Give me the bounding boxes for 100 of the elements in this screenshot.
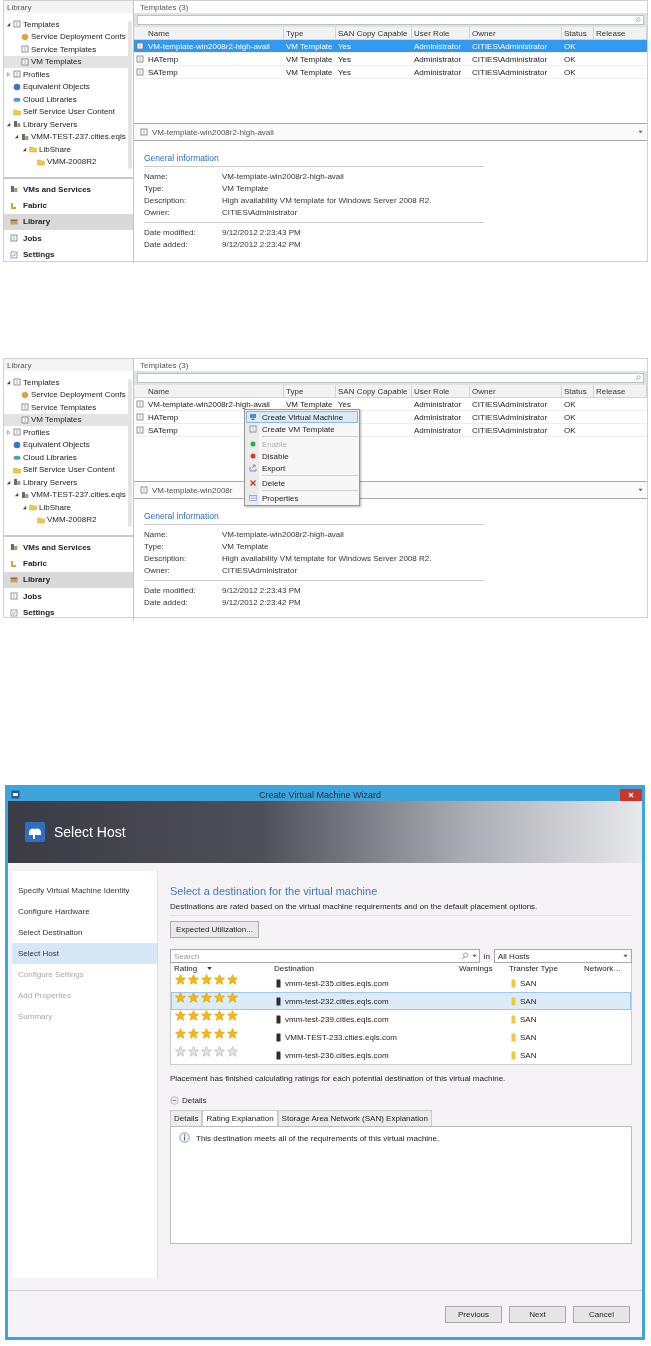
host-row[interactable]: VMM-TEST-233.cities.eqls.com SAN [171,1028,631,1046]
workspace-button[interactable]: VMs and Services [4,539,133,556]
footer-button[interactable]: Cancel [573,1305,630,1323]
tree-item[interactable]: Equivalent Objects [4,80,128,93]
caret-icon[interactable] [638,130,643,134]
workspace-button[interactable]: Fabric [4,555,133,572]
tree-item[interactable]: Profiles [4,68,128,81]
workspace-button[interactable]: Library [4,213,133,231]
workspace-button[interactable]: Fabric [4,197,133,214]
details-toggle[interactable]: Details [170,1096,207,1105]
tree-item[interactable]: Equivalent Objects [4,438,128,451]
column-header[interactable]: Owner [470,385,562,397]
tree-item[interactable]: VM Templates [4,413,128,426]
step-item[interactable]: Specify Virtual Machine Identity [12,880,157,901]
column-header[interactable]: Name [146,385,284,397]
step-item[interactable]: Configure Hardware [12,901,157,922]
host-row[interactable]: vmm-test-232.cities.eqls.com SAN [171,992,631,1010]
tree-item[interactable]: Service Deployment Confs [4,388,128,401]
tree-item[interactable]: Self Service User Content [4,463,128,476]
workspace-button[interactable]: Library [4,571,133,589]
expander-icon[interactable] [6,21,11,27]
tree-item[interactable]: Service Templates [4,43,128,56]
workspace-button[interactable]: Jobs [4,230,133,247]
menu-item[interactable]: Create Virtual Machine [246,411,358,423]
column-header[interactable]: Warnings [459,964,493,973]
tree-item[interactable]: VMM-TEST-237.cities.eqls [4,488,128,501]
step-item[interactable]: Select Destination [12,922,157,943]
tree-item[interactable]: Service Deployment Confs [4,30,128,43]
column-header[interactable]: Release [594,27,647,39]
caret-icon[interactable] [638,488,643,492]
tree-item[interactable]: Profiles [4,426,128,439]
menu-item[interactable]: Export [246,462,358,474]
menu-item[interactable]: Properties [246,492,358,504]
table-row[interactable]: SATemp VM Template Yes Administrator CITIES\Administrator OK [134,66,647,79]
scroll-bar[interactable] [128,379,132,527]
column-header[interactable]: Type [284,27,336,39]
expander-icon[interactable] [6,121,11,127]
search-field[interactable] [137,373,644,383]
expander-icon[interactable] [14,492,19,498]
column-header[interactable]: Name [146,27,284,39]
tree-item[interactable]: VMM-2008R2 [4,155,128,168]
column-header[interactable]: SAN Copy Capable [336,385,412,397]
footer-button[interactable]: Previous [445,1305,502,1323]
column-header[interactable]: Network… [584,964,622,973]
workspace-button[interactable]: Settings [4,604,133,621]
host-row[interactable]: vmm-test-236.cities.eqls.com SAN [171,1046,631,1064]
tree-item[interactable]: Templates [4,376,128,389]
column-header[interactable]: User Role [412,27,470,39]
checkbox-icon [10,250,18,259]
column-header[interactable]: Status [562,385,594,397]
table-cell-text: VM Template [285,398,333,410]
menu-item[interactable]: Disable [246,450,358,462]
scroll-bar[interactable] [128,21,132,169]
expander-icon[interactable] [14,134,19,140]
tree-item[interactable]: Templates [4,18,128,31]
column-header[interactable]: Status [562,27,594,39]
tree-item[interactable]: Library Servers [4,476,128,489]
footer-button[interactable]: Next [509,1305,566,1323]
menu-item[interactable]: Create VM Template [246,423,358,435]
column-header[interactable]: Transfer Type [509,964,558,973]
column-header[interactable]: SAN Copy Capable [336,27,412,39]
expander-icon[interactable] [22,504,27,510]
tree-item[interactable]: Cloud Libraries [4,93,128,106]
column-header[interactable]: Destination [274,964,315,973]
server-icon [13,120,21,129]
expander-icon[interactable] [6,479,11,485]
tree-item[interactable]: Self Service User Content [4,105,128,118]
column-header[interactable]: User Role [412,385,470,397]
column-header[interactable]: Release [594,385,647,397]
search-field[interactable]: Search [170,949,480,963]
tab[interactable]: Storage Area Network (SAN) Explanation [277,1110,432,1126]
tree-item[interactable]: VMM-TEST-237.cities.eqls [4,130,128,143]
tab[interactable]: Details [170,1110,203,1126]
utilization-button[interactable]: Expected Utilization... [170,921,259,938]
tree-item[interactable]: LibShare [4,143,128,156]
books-icon [10,217,18,226]
caret-icon[interactable] [471,954,477,958]
scope-dropdown[interactable]: All Hosts [494,949,632,963]
menu-item[interactable]: Delete [246,477,358,489]
column-header[interactable]: Type [284,385,336,397]
close-button[interactable] [620,788,642,801]
host-row[interactable]: vmm-test-239.cities.eqls.com SAN [171,1010,631,1028]
tree-item[interactable]: VM Templates [4,55,128,68]
expander-icon[interactable] [6,379,11,385]
tree-item[interactable]: LibShare [4,501,128,514]
column-header[interactable]: Owner [470,27,562,39]
host-row[interactable]: vmm-test-235.cities.eqls.com SAN [171,974,631,992]
workspace-button[interactable]: Settings [4,246,133,263]
tree-item[interactable]: VMM-2008R2 [4,513,128,526]
workspace-button[interactable]: Jobs [4,588,133,605]
step-item[interactable]: Select Host [12,943,157,964]
search-field[interactable] [137,15,644,25]
tab[interactable]: Rating Explanation [202,1110,278,1126]
column-header[interactable]: Rating [174,964,198,973]
tree-item[interactable]: Service Templates [4,401,128,414]
tree-item[interactable]: Cloud Libraries [4,451,128,464]
workspace-button[interactable]: VMs and Services [4,181,133,198]
expander-icon[interactable] [22,146,27,152]
tree-item[interactable]: Library Servers [4,118,128,131]
table-row[interactable]: HATemp VM Template Yes Administrator CITIES\Administrator OK [134,53,647,66]
